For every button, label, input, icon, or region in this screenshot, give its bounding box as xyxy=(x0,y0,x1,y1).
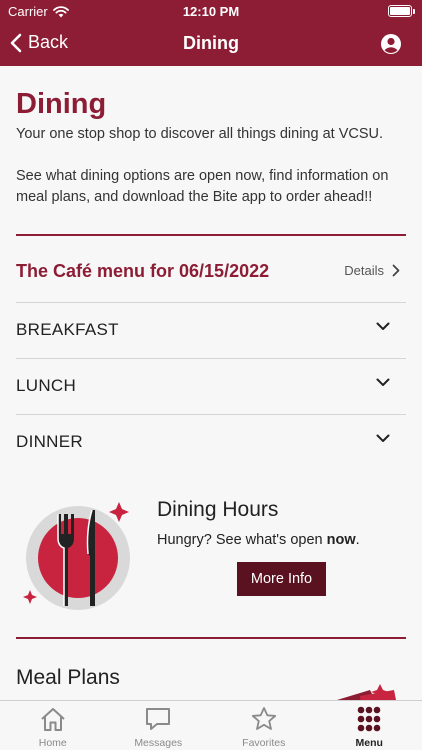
hours-text-suffix: . xyxy=(355,532,360,548)
status-time: 12:10 PM xyxy=(182,4,240,19)
main-content: Dining Your one stop shop to discover al… xyxy=(0,66,422,700)
home-icon xyxy=(41,708,65,731)
chevron-down-icon xyxy=(376,434,390,442)
meal-card-illustration xyxy=(337,684,396,700)
nav-bar: Back Dining xyxy=(0,22,422,66)
hours-text-bold: now xyxy=(326,532,356,548)
meal-label: LUNCH xyxy=(16,376,77,395)
details-link[interactable]: Details xyxy=(344,263,400,278)
details-label: Details xyxy=(344,263,384,278)
tab-favorites[interactable]: Favorites xyxy=(211,701,317,750)
hours-text-prefix: Hungry? See what's open xyxy=(157,532,327,548)
intro-paragraph: Your one stop shop to discover all thing… xyxy=(16,126,384,142)
battery-icon xyxy=(388,5,415,17)
chevron-down-icon xyxy=(376,378,390,386)
section-divider xyxy=(16,637,406,639)
meal-row-dinner[interactable]: DINNER xyxy=(16,414,406,469)
meal-plans-title: Meal Plans xyxy=(16,666,120,689)
dining-hours-title: Dining Hours xyxy=(157,498,279,521)
intro-text: Your one stop shop to discover all thing… xyxy=(16,124,408,208)
star-icon xyxy=(251,707,276,730)
tab-home[interactable]: Home xyxy=(0,701,106,750)
profile-icon[interactable] xyxy=(380,33,402,55)
tab-label: Home xyxy=(38,737,67,749)
page-title: Dining xyxy=(16,88,107,120)
dining-plate-illustration xyxy=(23,502,130,610)
intro-paragraph: See what dining options are open now, fi… xyxy=(16,168,389,205)
chevron-down-icon xyxy=(376,322,390,330)
meal-row-breakfast[interactable]: BREAKFAST xyxy=(16,302,406,357)
meal-row-lunch[interactable]: LUNCH xyxy=(16,358,406,413)
tab-bar: Home Messages Favorites Menu xyxy=(0,700,422,750)
tab-label: Menu xyxy=(355,737,383,749)
more-info-button[interactable]: More Info xyxy=(237,562,326,596)
tab-menu[interactable]: Menu xyxy=(317,701,422,750)
dining-hours-text: Hungry? See what's open now. xyxy=(157,532,360,548)
tab-messages[interactable]: Messages xyxy=(106,701,212,750)
meal-label: DINNER xyxy=(16,432,83,451)
nav-title: Dining xyxy=(183,33,239,53)
tab-label: Favorites xyxy=(242,737,286,749)
section-divider xyxy=(16,234,406,236)
chevron-right-icon xyxy=(392,264,400,277)
cafe-menu-header[interactable]: The Café menu for 06/15/2022 Details xyxy=(16,260,406,284)
meal-label: BREAKFAST xyxy=(16,320,119,339)
cafe-menu-title: The Café menu for 06/15/2022 xyxy=(16,261,270,281)
grid-icon xyxy=(357,706,381,732)
header-bar: Carrier 12:10 PM Back Dining xyxy=(0,0,422,66)
status-bar: Carrier 12:10 PM xyxy=(0,0,422,22)
tab-label: Messages xyxy=(134,737,183,749)
messages-icon xyxy=(146,708,171,730)
